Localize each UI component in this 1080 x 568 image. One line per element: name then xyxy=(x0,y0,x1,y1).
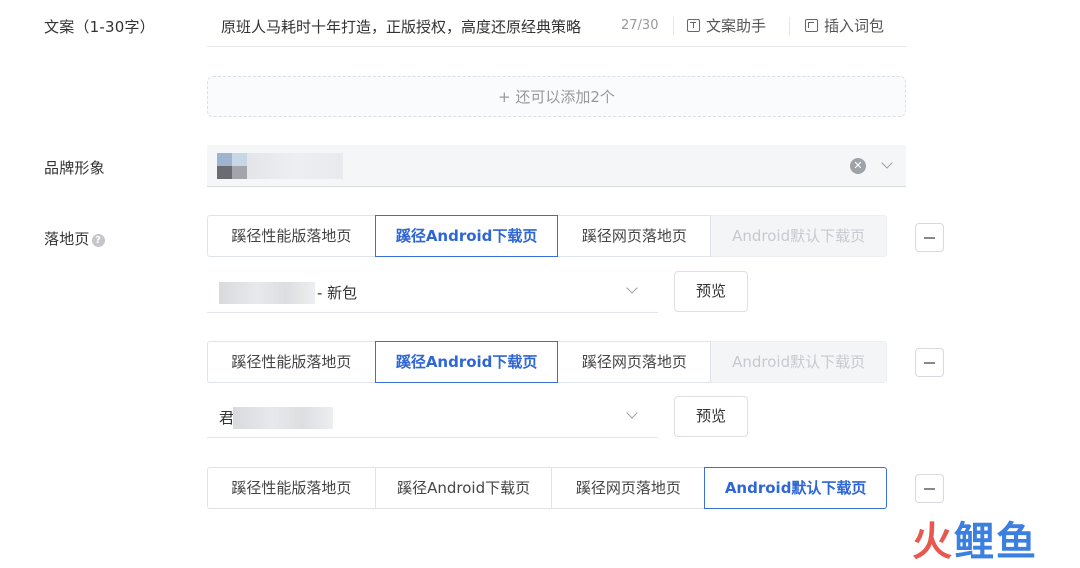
copy-field[interactable]: 原班人马耗时十年打造，正版授权，高度还原经典策略 27/30 文案助手 插入词包 xyxy=(207,6,906,47)
chevron-down-icon[interactable] xyxy=(626,282,638,294)
tab-web-landing[interactable]: 蹊径网页落地页 xyxy=(558,341,712,383)
landing-type-tabs: 蹊径性能版落地页 蹊径Android下载页 蹊径网页落地页 Android默认下… xyxy=(207,215,887,257)
package-prefix: 君 xyxy=(219,409,235,427)
chevron-down-icon[interactable] xyxy=(626,407,638,419)
preview-button[interactable]: 预览 xyxy=(674,271,748,312)
tab-android-download[interactable]: 蹊径Android下载页 xyxy=(374,215,559,257)
text-icon xyxy=(687,19,700,32)
package-suffix: - 新包 xyxy=(317,284,358,302)
word-pack-icon xyxy=(805,19,818,32)
insert-word-pack-label: 插入词包 xyxy=(824,17,885,35)
divider xyxy=(673,17,674,35)
copy-label: 文案（1-30字） xyxy=(44,18,155,36)
remove-landing-button[interactable] xyxy=(915,474,944,503)
tab-web-landing[interactable]: 蹊径网页落地页 xyxy=(558,215,712,257)
package-select[interactable]: 君 xyxy=(207,397,658,438)
landing-type-tabs: 蹊径性能版落地页 蹊径Android下载页 蹊径网页落地页 Android默认下… xyxy=(207,467,887,509)
package-name-redacted xyxy=(233,407,333,429)
landing-label: 落地页? xyxy=(44,228,105,249)
tab-android-default-download: Android默认下载页 xyxy=(711,215,887,257)
package-select[interactable]: - 新包 xyxy=(207,272,658,313)
watermark-part-1: 火 xyxy=(912,519,954,565)
copy-assistant-button[interactable]: 文案助手 xyxy=(687,15,766,36)
remove-landing-button[interactable] xyxy=(915,348,944,377)
brand-avatar xyxy=(217,153,247,179)
tab-android-download[interactable]: 蹊径Android下载页 xyxy=(375,467,553,509)
landing-label-text: 落地页 xyxy=(44,230,90,248)
tab-android-download[interactable]: 蹊径Android下载页 xyxy=(374,341,559,383)
tab-android-default-download: Android默认下载页 xyxy=(711,341,887,383)
tab-performance-landing[interactable]: 蹊径性能版落地页 xyxy=(207,215,376,257)
insert-word-pack-button[interactable]: 插入词包 xyxy=(805,15,884,36)
copy-assistant-label: 文案助手 xyxy=(706,17,767,35)
help-icon[interactable]: ? xyxy=(91,234,105,247)
divider xyxy=(789,17,790,35)
watermark-logo: 火鲤鱼 xyxy=(912,518,1038,566)
add-copy-button[interactable]: + 还可以添加2个 xyxy=(207,76,906,117)
tab-web-landing[interactable]: 蹊径网页落地页 xyxy=(552,467,706,509)
brand-label: 品牌形象 xyxy=(44,159,105,177)
tab-performance-landing[interactable]: 蹊径性能版落地页 xyxy=(207,467,376,509)
tab-android-default-download[interactable]: Android默认下载页 xyxy=(704,467,887,509)
copy-input-value[interactable]: 原班人马耗时十年打造，正版授权，高度还原经典策略 xyxy=(221,16,601,37)
remove-landing-button[interactable] xyxy=(915,223,944,252)
preview-button[interactable]: 预览 xyxy=(674,396,748,437)
package-name-redacted xyxy=(219,282,315,304)
clear-icon[interactable]: ✕ xyxy=(850,158,866,174)
watermark-part-2: 鲤鱼 xyxy=(954,519,1038,565)
brand-select[interactable]: ✕ xyxy=(207,145,906,187)
tab-performance-landing[interactable]: 蹊径性能版落地页 xyxy=(207,341,376,383)
brand-name-redacted xyxy=(247,153,343,179)
chevron-down-icon[interactable] xyxy=(881,157,893,169)
copy-char-count: 27/30 xyxy=(621,18,659,33)
landing-type-tabs: 蹊径性能版落地页 蹊径Android下载页 蹊径网页落地页 Android默认下… xyxy=(207,341,887,383)
